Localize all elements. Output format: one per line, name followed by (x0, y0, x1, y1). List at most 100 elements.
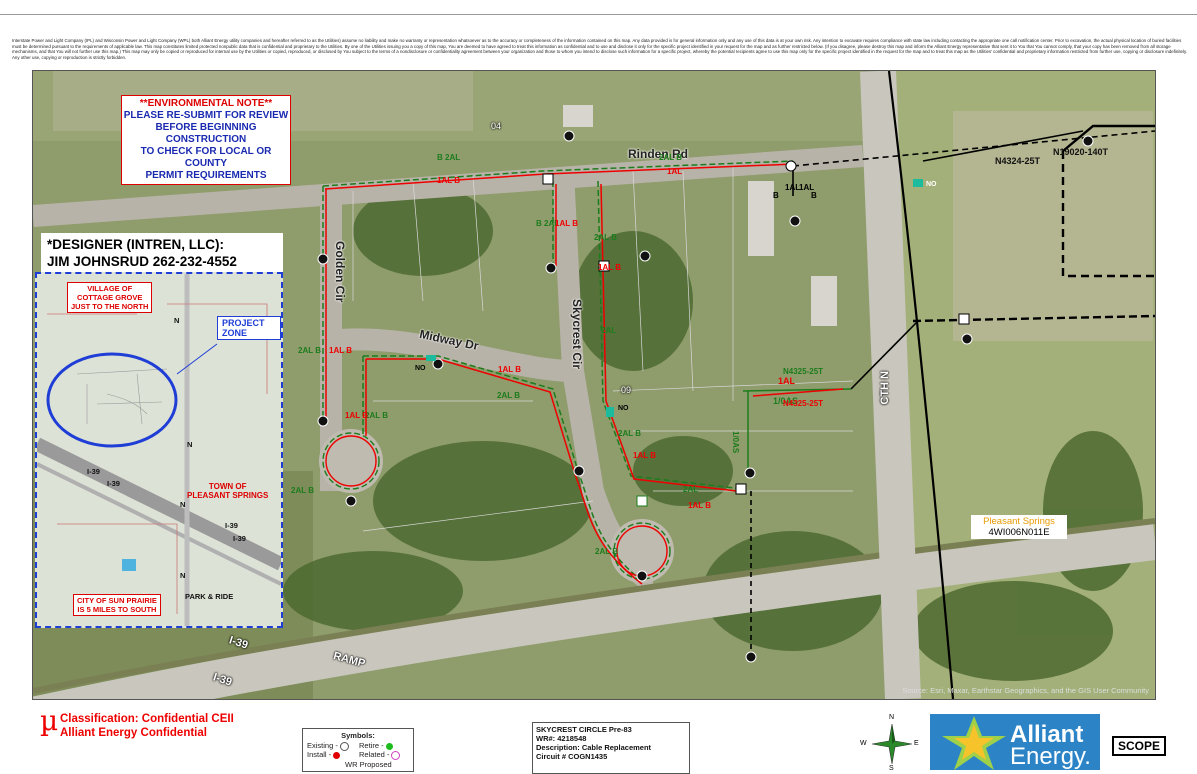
classification-text: Classification: Confidential CEII Allian… (60, 712, 260, 740)
project-name: SKYCREST CIRCLE Pre-83 (536, 725, 632, 734)
symbols-legend: Symbols: Existing - Install - Retire - R… (302, 728, 414, 772)
map-frame[interactable]: **ENVIRONMENTAL NOTE** PLEASE RE-SUBMIT … (32, 70, 1156, 700)
project-description: Description: Cable Replacement (536, 743, 652, 752)
cable-label-green: 2AL B (594, 233, 617, 242)
cable-label-red: 1AL B (688, 501, 711, 510)
compass-rose-icon: N S E W (860, 714, 919, 772)
legend-related-label: Related - (359, 750, 390, 759)
legend-existing-label: Existing - (307, 741, 338, 750)
north-arrow-label: N (180, 500, 186, 509)
village-note-line: JUST TO THE NORTH (71, 302, 149, 311)
classification-line-1: Classification: Confidential CEII (60, 713, 234, 725)
env-note-line: PERMIT REQUIREMENTS (145, 170, 267, 181)
designer-line-1: *DESIGNER (INTREN, LLC): (47, 237, 224, 252)
top-rule (0, 14, 1197, 15)
work-request-number: WR#: 4218548 (536, 734, 587, 743)
cable-label-black: B (773, 191, 779, 200)
cable-label-red: 1AL B (633, 451, 656, 460)
legend-retire: Retire - (359, 741, 395, 750)
logo-star-icon (942, 716, 1006, 770)
scope-label: SCOPE (1112, 736, 1167, 756)
legend-install-label: Install - (307, 750, 332, 759)
compass-n: N (889, 714, 895, 721)
alliant-energy-logo: Alliant Energy. (930, 714, 1100, 770)
designer-line-2: JIM JOHNSRUD 262-232-4552 (47, 254, 237, 269)
township-name: Pleasant Springs (983, 516, 1055, 527)
inset-i39-label: I-39 (225, 521, 238, 530)
city-note: CITY OF SUN PRAIRIE IS 5 MILES TO SOUTH (73, 594, 161, 616)
city-note-line: IS 5 MILES TO SOUTH (77, 605, 157, 614)
inset-i39-label: I-39 (233, 534, 246, 543)
cable-label-red: 1AL B (329, 346, 352, 355)
env-note-line: TO CHECK FOR LOCAL OR COUNTY (140, 146, 272, 169)
north-arrow-label: N (187, 440, 193, 449)
cable-label-green: 2AL (683, 485, 699, 494)
logo-text: Alliant Energy. (1010, 723, 1091, 770)
cable-label-red: 1AL (778, 376, 796, 386)
circuit-number: Circuit # COGN1435 (536, 752, 608, 761)
related-dot-icon (391, 750, 401, 760)
section-label: 09 (621, 385, 632, 395)
inset-i39-label: I-39 (87, 467, 100, 476)
legend-wr-proposed: WR Proposed (345, 760, 392, 769)
classification-line-2: Alliant Energy Confidential (60, 727, 207, 739)
township-label: Pleasant Springs 4WI006N011E (971, 515, 1067, 539)
open-switch-label: NO (618, 405, 629, 412)
north-arrow-label: N (180, 571, 186, 580)
symbols-title: Symbols: (341, 731, 375, 740)
cable-label-black: B (811, 191, 817, 200)
legend-install: Install - (307, 750, 342, 759)
open-switch-label: NO (415, 365, 426, 372)
retire-dot-icon (385, 742, 393, 750)
cable-label-green: 2AL B (618, 429, 641, 438)
city-note-line: CITY OF SUN PRAIRIE (77, 596, 157, 605)
circuit-label: N4324-25T (995, 156, 1041, 166)
project-zone-label: PROJECT ZONE (217, 316, 281, 340)
logo-line-2: Energy. (1010, 743, 1091, 770)
compass-s: S (889, 765, 894, 772)
legend-retire-label: Retire - (359, 741, 384, 750)
cable-label-red: 1AL B (437, 176, 460, 185)
village-note: VILLAGE OF COTTAGE GROVE JUST TO THE NOR… (67, 282, 153, 313)
cable-label-green: 2AL B (298, 346, 321, 355)
town-note: TOWN OF PLEASANT SPRINGS (187, 482, 268, 500)
open-switch-label: NO (926, 181, 937, 188)
cable-label-green: 2AL B (595, 547, 618, 556)
map-attribution: Source: Esri, Maxar, Earthstar Geographi… (902, 686, 1149, 695)
circuit-label: N4325-25T (783, 399, 824, 408)
town-note-line: PLEASANT SPRINGS (187, 491, 269, 500)
cable-label-red: 1AL (667, 167, 683, 176)
project-info-box: SKYCREST CIRCLE Pre-83 WR#: 4218548 Desc… (532, 722, 690, 774)
scale-mu-icon: µ (40, 704, 59, 737)
cable-label-green: 2AL B (497, 391, 520, 400)
township-code: 4WI006N011E (988, 527, 1050, 538)
env-note-title: **ENVIRONMENTAL NOTE** (139, 98, 273, 109)
circuit-label: N4325-25T (783, 367, 824, 376)
cable-label-black: 1AL (785, 183, 801, 192)
cable-label-green: 2AL B (291, 486, 314, 495)
environmental-note: **ENVIRONMENTAL NOTE** PLEASE RE-SUBMIT … (121, 95, 291, 185)
install-dot-icon (333, 751, 341, 759)
cable-label-green: 1/0AS (731, 431, 740, 454)
cable-label-red: 1AL B (498, 365, 521, 374)
inset-i39-label: I-39 (107, 479, 120, 488)
cable-label-green: 2AL B (659, 153, 682, 162)
compass-w: W (860, 740, 867, 747)
compass-e: E (914, 740, 919, 747)
cable-label-green: 2AL (601, 326, 617, 335)
cable-label-green: B 2AL (437, 153, 461, 162)
cable-label-red: 1AL B (345, 411, 368, 420)
locator-inset-map: VILLAGE OF COTTAGE GROVE JUST TO THE NOR… (35, 272, 283, 628)
section-label: 04 (491, 121, 502, 131)
cable-label-red: 1AL B (598, 263, 621, 272)
env-note-line: BEFORE BEGINNING CONSTRUCTION (155, 122, 257, 145)
town-note-line: TOWN OF (208, 482, 247, 491)
designer-note: *DESIGNER (INTREN, LLC): JIM JOHNSRUD 26… (41, 233, 283, 273)
village-note-line: VILLAGE OF (87, 284, 133, 293)
circuit-label: N19020-140T (1053, 147, 1109, 157)
north-arrow-label: N (174, 316, 180, 325)
road-label-skycrest: Skycrest Cir (570, 299, 584, 370)
cable-label-green: 2AL B (365, 411, 388, 420)
park-ride-label: PARK & RIDE (185, 592, 234, 601)
road-label-golden: Golden Cir (333, 241, 347, 303)
